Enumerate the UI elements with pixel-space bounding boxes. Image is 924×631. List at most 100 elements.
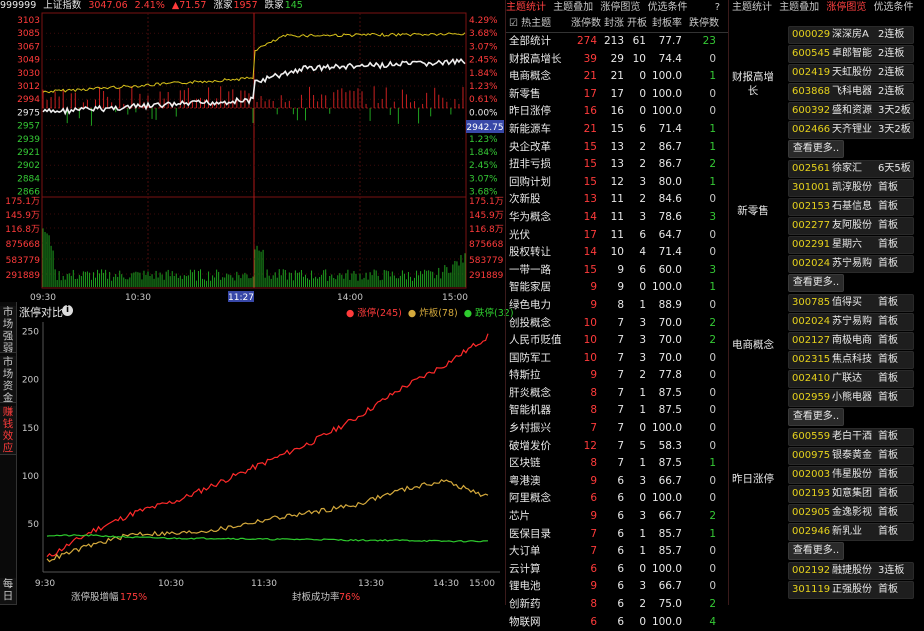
stock-status: 首板 (878, 373, 898, 384)
stock-name: 深深房A (832, 29, 869, 40)
theme-row[interactable]: 智能机器 8 7 1 87.5 0 (506, 402, 728, 420)
stock-chip[interactable]: 600392 盛和资源 3天2板 (788, 102, 914, 120)
stock-chip[interactable]: 000975 银泰黄金 首板 (788, 447, 914, 465)
theme-row[interactable]: 电商概念 21 21 0 100.0 1 (506, 68, 728, 86)
theme-row[interactable]: 国防军工 10 7 3 70.0 0 (506, 350, 728, 368)
tab-theme-overlay-2[interactable]: 主题叠加 (779, 2, 819, 13)
theme-table-header: ☑ 热主题 涨停数 封涨 开板 封板率 跌停数 (506, 15, 728, 33)
stock-chip[interactable]: 002419 天虹股份 2连板 (788, 64, 914, 82)
theme-row[interactable]: 回购计划 15 12 3 80.0 1 (506, 174, 728, 192)
theme-row[interactable]: 粤港澳 9 6 3 66.7 0 (506, 473, 728, 491)
sealed-count: 15 (610, 122, 624, 135)
theme-row[interactable]: 财报高增长 39 29 10 74.4 0 (506, 51, 728, 69)
theme-row[interactable]: 智能家居 9 9 0 100.0 1 (506, 279, 728, 297)
theme-row[interactable]: 特斯拉 9 7 2 77.8 0 (506, 367, 728, 385)
stock-chip[interactable]: 002003 伟星股份 首板 (788, 466, 914, 484)
theme-row[interactable]: 全部统计 274 213 61 77.7 23 (506, 33, 728, 51)
stock-chip[interactable]: 002291 星期六 首板 (788, 236, 914, 254)
stock-chip[interactable]: 603868 飞科电器 2连板 (788, 83, 914, 101)
stock-chip[interactable]: 002153 石基信息 首板 (788, 198, 914, 216)
theme-row[interactable]: 新零售 17 17 0 100.0 0 (506, 86, 728, 104)
view-more-button[interactable]: 查看更多.. (788, 274, 844, 292)
tab-limit-view-2[interactable]: 涨停图览 (826, 2, 866, 13)
x-axis-ticks: 9:30 10:30 11:30 13:30 14:30 15:00 (35, 579, 495, 589)
stock-chip[interactable]: 002959 小熊电器 首板 (788, 389, 914, 407)
theme-row[interactable]: 乡村振兴 7 7 0 100.0 0 (506, 420, 728, 438)
tab-limit-view[interactable]: 涨停图览 (600, 2, 640, 13)
tab-market-funds[interactable]: 市场资金 (0, 356, 16, 404)
theme-row[interactable]: 扭非亏损 15 13 2 86.7 2 (506, 156, 728, 174)
theme-row[interactable]: 新能源车 21 15 6 71.4 1 (506, 121, 728, 139)
stock-chip[interactable]: 002277 友阿股份 首板 (788, 217, 914, 235)
col-seal-rate[interactable]: 封板率 (649, 15, 685, 32)
theme-row[interactable]: 阿里概念 6 6 0 100.0 0 (506, 490, 728, 508)
theme-row[interactable]: 创投概念 10 7 3 70.0 2 (506, 315, 728, 333)
theme-row[interactable]: 物联网 6 6 0 100.0 4 (506, 614, 728, 631)
stock-chip[interactable]: 600545 卓郎智能 2连板 (788, 45, 914, 63)
stock-chip[interactable]: 300785 值得买 首板 (788, 294, 914, 312)
col-theme[interactable]: ☑ 热主题 (506, 15, 569, 32)
stock-chip[interactable]: 002192 融捷股份 3连板 (788, 562, 914, 580)
theme-row[interactable]: 医保目录 7 6 1 85.7 1 (506, 526, 728, 544)
seal-rate: 77.8 (658, 369, 682, 382)
view-more-button[interactable]: 查看更多.. (788, 140, 844, 158)
stock-name: 金逸影视 (832, 507, 872, 518)
theme-row[interactable]: 央企改革 15 13 2 86.7 1 (506, 139, 728, 157)
col-down-count[interactable]: 跌停数 (685, 15, 723, 32)
tab-market-strength[interactable]: 市场强弱 (0, 306, 16, 354)
limit-view-panel: 主题统计 主题叠加 涨停图览 优选条件 财报高增长 000029 深深房A 2连板 60… (728, 0, 924, 605)
stock-chip[interactable]: 301119 正强股份 首板 (788, 581, 914, 599)
tab-profit-effect[interactable]: 赚钱效应 (0, 406, 16, 455)
theme-row[interactable]: 一带一路 15 9 6 60.0 3 (506, 262, 728, 280)
tab-theme-overlay[interactable]: 主题叠加 (553, 2, 593, 13)
stock-chip[interactable]: 600559 老白干酒 首板 (788, 428, 914, 446)
down-count: 1 (709, 527, 716, 540)
tab-theme-stats-2[interactable]: 主题统计 (732, 2, 772, 13)
tab-theme-stats[interactable]: 主题统计 (506, 2, 546, 13)
stock-chip[interactable]: 002024 苏宁易购 首板 (788, 255, 914, 273)
theme-row[interactable]: 人民币贬值 10 7 3 70.0 2 (506, 332, 728, 350)
theme-row[interactable]: 绿色电力 9 8 1 88.9 0 (506, 297, 728, 315)
theme-name: 新能源车 (509, 122, 551, 135)
sealed-count: 7 (617, 404, 624, 417)
stock-chip[interactable]: 002410 广联达 首板 (788, 370, 914, 388)
info-icon[interactable]: i (62, 305, 73, 316)
stock-chip[interactable]: 002127 南极电商 首板 (788, 332, 914, 350)
stock-chip[interactable]: 002561 徐家汇 6天5板 (788, 160, 914, 178)
theme-row[interactable]: 光伏 17 11 6 64.7 0 (506, 227, 728, 245)
tab-daily[interactable]: 每日 (0, 578, 16, 605)
sealed-count: 6 (617, 545, 624, 558)
theme-row[interactable]: 芯片 9 6 3 66.7 2 (506, 508, 728, 526)
tab-select-conditions-2[interactable]: 优选条件 (874, 2, 914, 13)
theme-row[interactable]: 华为概念 14 11 3 78.6 3 (506, 209, 728, 227)
theme-row[interactable]: 破增发价 12 7 5 58.3 0 (506, 438, 728, 456)
stock-chip[interactable]: 002905 金逸影视 首板 (788, 504, 914, 522)
tab-select-conditions[interactable]: 优选条件 (648, 2, 688, 13)
theme-row[interactable]: 昨日涨停 16 16 0 100.0 0 (506, 103, 728, 121)
stock-chip[interactable]: 000029 深深房A 2连板 (788, 26, 914, 44)
stock-chip[interactable]: 301001 凯淳股份 首板 (788, 179, 914, 197)
col-opened[interactable]: 开板 (625, 15, 649, 32)
view-more-button[interactable]: 查看更多.. (788, 542, 844, 560)
stock-chip[interactable]: 002315 焦点科技 首板 (788, 351, 914, 369)
help-icon[interactable]: ? (715, 0, 720, 15)
theme-row[interactable]: 股权转让 14 10 4 71.4 0 (506, 244, 728, 262)
theme-row[interactable]: 云计算 6 6 0 100.0 0 (506, 561, 728, 579)
theme-row[interactable]: 区块链 8 7 1 87.5 1 (506, 455, 728, 473)
stock-chip[interactable]: 002024 苏宁易购 首板 (788, 313, 914, 331)
theme-row[interactable]: 大订单 7 6 1 85.7 0 (506, 543, 728, 561)
stock-name: 银泰黄金 (832, 450, 872, 461)
stock-chip[interactable]: 002946 新乳业 首板 (788, 523, 914, 541)
stock-chip[interactable]: 002466 天齐锂业 3天2板 (788, 121, 914, 139)
theme-row[interactable]: 锂电池 9 6 3 66.7 0 (506, 578, 728, 596)
limit-count: 9 (590, 281, 597, 294)
view-more-button[interactable]: 查看更多.. (788, 408, 844, 426)
theme-row[interactable]: 次新股 13 11 2 84.6 0 (506, 191, 728, 209)
col-sealed[interactable]: 封涨 (603, 15, 625, 32)
y-axis-ticks: 250 200 150 100 50 (22, 328, 39, 530)
theme-row[interactable]: 肝炎概念 8 7 1 87.5 0 (506, 385, 728, 403)
stock-name: 友阿股份 (832, 220, 872, 231)
col-limit-count[interactable]: 涨停数 (569, 15, 603, 32)
stock-chip[interactable]: 002193 如意集团 首板 (788, 485, 914, 503)
intraday-chart[interactable]: 3103 3085 3067 3049 3030 3012 2994 2975 2957 2939… (0, 12, 505, 302)
